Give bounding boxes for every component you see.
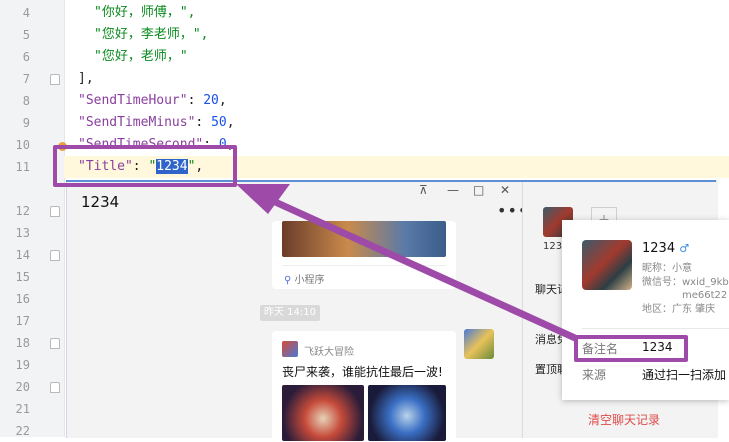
arrow-shaft xyxy=(258,192,579,342)
annotation-arrow xyxy=(236,184,579,342)
arrow-head xyxy=(236,184,290,214)
